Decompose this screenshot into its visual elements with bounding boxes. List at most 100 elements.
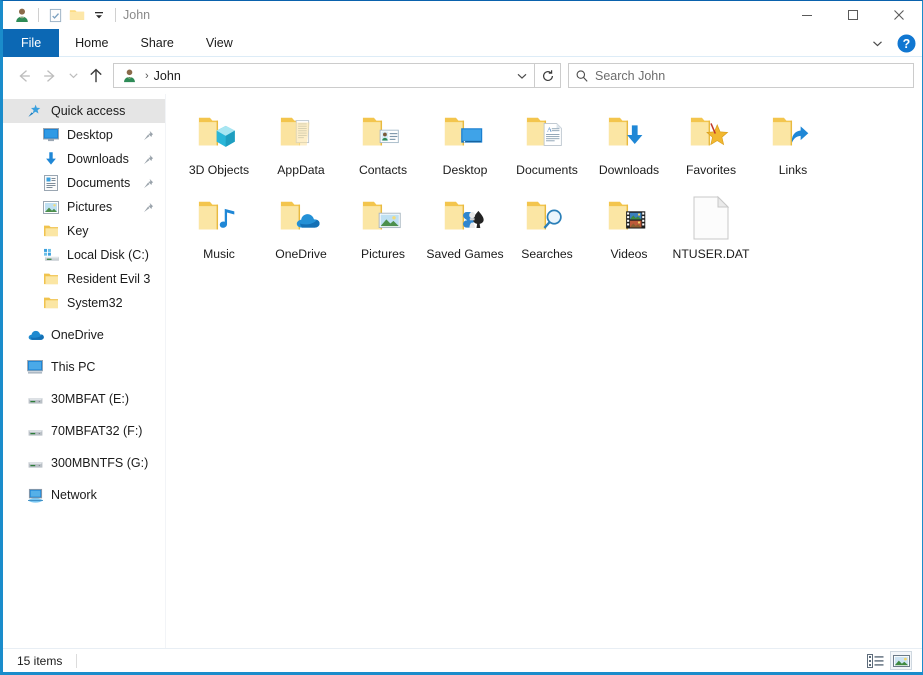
file-item[interactable]: Desktop — [424, 106, 506, 184]
thispc-icon — [25, 357, 45, 377]
toolbar-divider — [38, 8, 39, 22]
sidebar-item-70mbfat32-f[interactable]: 70MBFAT32 (F:) — [3, 419, 165, 443]
file-item-label: 3D Objects — [188, 163, 250, 177]
folder-icon — [41, 221, 61, 241]
title-bar: John — [3, 1, 922, 29]
file-item-label: Searches — [521, 247, 573, 261]
back-button[interactable] — [11, 63, 37, 89]
pin-icon[interactable] — [142, 177, 154, 189]
sidebar-item-documents[interactable]: Documents — [3, 171, 165, 195]
file-item-label: Desktop — [442, 163, 488, 177]
file-item-label: Documents — [516, 163, 578, 177]
file-item[interactable]: Links — [752, 106, 834, 184]
item-count-label: 15 items — [17, 653, 63, 668]
sidebar-item-desktop[interactable]: Desktop — [3, 123, 165, 147]
search-input[interactable] — [595, 64, 913, 87]
file-item-label: Pictures — [360, 247, 406, 261]
file-item[interactable]: Saved Games — [424, 190, 506, 268]
sidebar-item-label: Desktop — [67, 128, 113, 142]
forward-button[interactable] — [37, 63, 63, 89]
minimize-button[interactable] — [784, 1, 830, 29]
user-account-icon[interactable] — [11, 4, 33, 26]
close-button[interactable] — [876, 1, 922, 29]
tab-file[interactable]: File — [3, 29, 60, 57]
file-item[interactable]: Downloads — [588, 106, 670, 184]
file-item[interactable]: Contacts — [342, 106, 424, 184]
folder-3dobjects-icon — [195, 110, 243, 158]
sidebar-item-onedrive[interactable]: OneDrive — [3, 323, 165, 347]
file-item[interactable]: AppData — [260, 106, 342, 184]
onedrive-icon — [25, 325, 45, 345]
pin-icon[interactable] — [142, 153, 154, 165]
sidebar-item-quick-access[interactable]: Quick access — [3, 99, 165, 123]
file-item[interactable]: Searches — [506, 190, 588, 268]
sidebar-item-label: Quick access — [51, 104, 126, 118]
properties-icon[interactable] — [44, 4, 66, 26]
recent-locations-button[interactable] — [63, 63, 83, 89]
refresh-button[interactable] — [535, 63, 561, 88]
maximize-button[interactable] — [830, 1, 876, 29]
large-icons-view-button[interactable] — [890, 651, 912, 670]
file-item-label: AppData — [277, 163, 325, 177]
folder-favorites-icon — [687, 110, 735, 158]
address-dropdown-icon[interactable] — [510, 64, 534, 87]
drive-icon — [25, 389, 45, 409]
sidebar-item-label: System32 — [67, 296, 123, 310]
file-item-label: Saved Games — [426, 247, 504, 261]
sidebar-item-key[interactable]: Key — [3, 219, 165, 243]
pictures-icon — [41, 197, 61, 217]
address-path-box[interactable]: › John — [113, 63, 535, 88]
file-item[interactable]: Pictures — [342, 190, 424, 268]
tab-home[interactable]: Home — [59, 29, 124, 57]
file-item[interactable]: 3D Objects — [178, 106, 260, 184]
sidebar-item-label: Key — [67, 224, 89, 238]
file-item[interactable]: A Documents — [506, 106, 588, 184]
file-item[interactable]: NTUSER.DAT — [670, 190, 752, 268]
sidebar-item-this-pc[interactable]: This PC — [3, 355, 165, 379]
file-item[interactable]: OneDrive — [260, 190, 342, 268]
network-icon — [25, 485, 45, 505]
new-folder-icon[interactable] — [66, 4, 88, 26]
search-box[interactable] — [568, 63, 914, 88]
chevron-down-icon[interactable] — [864, 30, 890, 56]
desktop-icon — [41, 125, 61, 145]
star-pin-icon — [25, 101, 45, 121]
navigation-pane[interactable]: Quick access Desktop Downloads Documents Pic… — [3, 94, 166, 654]
sidebar-item-local-disk-c[interactable]: Local Disk (C:) — [3, 243, 165, 267]
file-list-pane[interactable]: 3D Objects AppData Contacts Desktop A Documen… — [166, 94, 922, 654]
sidebar-item-network[interactable]: Network — [3, 483, 165, 507]
search-icon — [569, 64, 595, 87]
address-bar: › John — [3, 57, 922, 94]
sidebar-item-system32[interactable]: System32 — [3, 291, 165, 315]
file-item[interactable]: Favorites — [670, 106, 752, 184]
sidebar-item-30mbfat-e[interactable]: 30MBFAT (E:) — [3, 387, 165, 411]
sidebar-item-pictures[interactable]: Pictures — [3, 195, 165, 219]
sidebar-item-label: Pictures — [67, 200, 113, 214]
status-bar: 15 items — [3, 648, 922, 672]
harddrive-icon — [41, 245, 61, 265]
up-button[interactable] — [83, 63, 109, 89]
tab-view[interactable]: View — [190, 29, 249, 57]
file-item-label: Links — [778, 163, 808, 177]
breadcrumb-current[interactable]: John — [154, 69, 181, 83]
toolbar-divider-2 — [115, 8, 116, 22]
file-item-label: Contacts — [358, 163, 408, 177]
file-item[interactable]: Videos — [588, 190, 670, 268]
file-item[interactable]: Music — [178, 190, 260, 268]
pin-icon[interactable] — [142, 201, 154, 213]
folder-desktop-icon — [441, 110, 489, 158]
customize-dropdown-icon[interactable] — [88, 4, 110, 26]
sidebar-item-300mbntfs-g[interactable]: 300MBNTFS (G:) — [3, 451, 165, 475]
sidebar-item-downloads[interactable]: Downloads — [3, 147, 165, 171]
details-view-button[interactable] — [864, 651, 886, 670]
pin-icon[interactable] — [142, 129, 154, 141]
sidebar-item-resident-evil-3[interactable]: Resident Evil 3 — [3, 267, 165, 291]
documents-icon — [41, 173, 61, 193]
file-item-label: Downloads — [598, 163, 660, 177]
folder-searches-icon — [523, 194, 571, 242]
tab-share[interactable]: Share — [125, 29, 190, 57]
help-icon[interactable]: ? — [894, 31, 918, 55]
folder-downloads-icon — [605, 110, 653, 158]
